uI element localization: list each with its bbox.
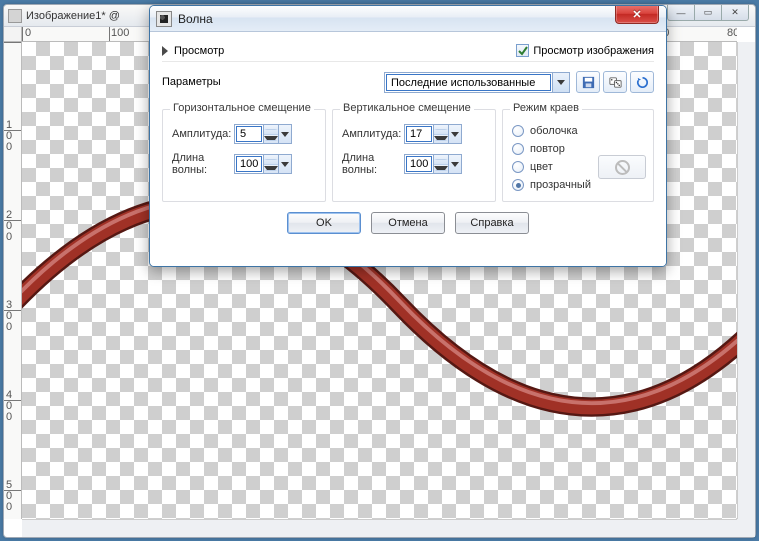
slider-dropdown-button[interactable]	[448, 125, 461, 143]
chevron-right-icon	[162, 46, 168, 56]
dialog-titlebar[interactable]: Волна ✕	[150, 6, 666, 32]
v-wavelength-input[interactable]: 100	[404, 154, 462, 174]
checkbox-icon	[516, 44, 529, 57]
app-icon	[8, 9, 22, 23]
edge-color-swatch[interactable]	[598, 155, 646, 179]
spin-up-button[interactable]	[434, 155, 448, 165]
preset-dropdown-button[interactable]	[552, 73, 569, 92]
h-amplitude-input[interactable]: 5	[234, 124, 292, 144]
dialog-title: Волна	[178, 12, 213, 26]
preview-label: Просмотр	[174, 45, 224, 57]
group-legend: Вертикальное смещение	[340, 102, 474, 114]
edge-radio-color[interactable]: цвет	[512, 158, 646, 176]
group-legend: Режим краев	[510, 102, 582, 114]
edge-mode-group: Режим краев оболочка повтор цвет прозрач…	[502, 102, 654, 202]
h-wavelength-input[interactable]: 100	[234, 154, 292, 174]
scrollbar-vertical[interactable]	[737, 42, 755, 519]
preview-checkbox[interactable]: Просмотр изображения	[516, 44, 654, 57]
random-preset-button[interactable]	[603, 71, 627, 93]
minimize-button[interactable]: —	[667, 5, 695, 21]
v-amplitude-label: Амплитуда:	[342, 128, 404, 140]
editor-title: Изображение1* @	[26, 10, 120, 22]
cancel-button[interactable]: Отмена	[371, 212, 445, 234]
save-preset-button[interactable]	[576, 71, 600, 93]
spin-down-button[interactable]	[264, 135, 278, 144]
dialog-close-button[interactable]: ✕	[615, 5, 659, 24]
help-button[interactable]: Справка	[455, 212, 529, 234]
slider-dropdown-button[interactable]	[278, 155, 291, 173]
spin-down-button[interactable]	[434, 135, 448, 144]
v-wavelength-label: Длина волны:	[342, 152, 404, 176]
spin-down-button[interactable]	[434, 165, 448, 174]
dialog-icon	[156, 11, 172, 27]
reset-preset-button[interactable]	[630, 71, 654, 93]
scrollbar-corner	[737, 519, 755, 537]
preset-select[interactable]: Последние использованные	[384, 72, 570, 93]
v-amplitude-input[interactable]: 17	[404, 124, 462, 144]
preset-value: Последние использованные	[386, 74, 551, 91]
vertical-offset-group: Вертикальное смещение Амплитуда: 17 Длин…	[332, 102, 502, 202]
wave-dialog: Волна ✕ Просмотр Просмотр изображения Па…	[149, 5, 667, 267]
group-legend: Горизонтальное смещение	[170, 102, 314, 114]
no-entry-icon	[615, 160, 630, 175]
spin-up-button[interactable]	[264, 155, 278, 165]
parameters-label: Параметры	[162, 76, 221, 88]
spin-down-button[interactable]	[264, 165, 278, 174]
ok-button[interactable]: OK	[287, 212, 361, 234]
h-wavelength-label: Длина волны:	[172, 152, 234, 176]
edge-radio-shell[interactable]: оболочка	[512, 122, 646, 140]
close-button[interactable]: ✕	[721, 5, 749, 21]
horizontal-offset-group: Горизонтальное смещение Амплитуда: 5 Дли…	[162, 102, 332, 202]
slider-dropdown-button[interactable]	[278, 125, 291, 143]
preview-checkbox-label: Просмотр изображения	[533, 45, 654, 57]
spin-up-button[interactable]	[434, 125, 448, 135]
slider-dropdown-button[interactable]	[448, 155, 461, 173]
preview-expander[interactable]: Просмотр	[162, 45, 224, 57]
h-amplitude-label: Амплитуда:	[172, 128, 234, 140]
spin-up-button[interactable]	[264, 125, 278, 135]
ruler-vertical[interactable]: 1 0 0 2 0 0 3 0 0 4 0 0 5 0 0	[4, 42, 22, 519]
ruler-corner	[4, 27, 22, 42]
maximize-button[interactable]: ▭	[694, 5, 722, 21]
scrollbar-horizontal[interactable]	[22, 519, 737, 537]
